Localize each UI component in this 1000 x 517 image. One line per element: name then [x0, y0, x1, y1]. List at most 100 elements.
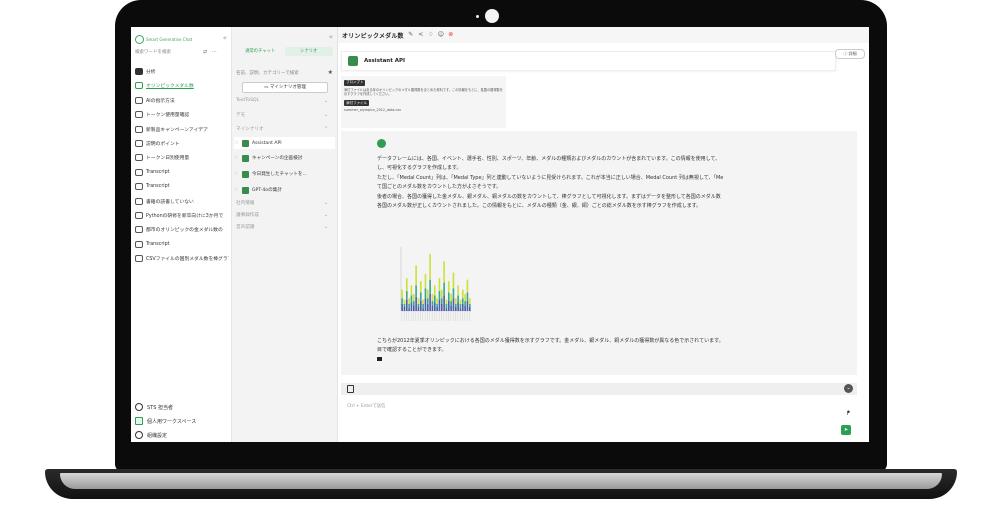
chat-history-label: 書籍の読書していない [146, 199, 194, 205]
manage-scenarios-button[interactable]: ▭ マイシナリオ管理 [242, 82, 328, 93]
chart-bar [424, 288, 427, 299]
chart-bar [403, 299, 406, 304]
camera-icon [485, 9, 499, 23]
chart-bar [419, 301, 422, 311]
message-input[interactable]: Ctrl + Enterで送信 [347, 403, 385, 409]
folder-icon [135, 68, 143, 75]
scenario-item[interactable]: ☆ キャンペーンの企画検討 [234, 152, 335, 164]
chart-bar [408, 303, 410, 309]
scenario-label: GPT-4oの集計 [252, 188, 282, 193]
chat-history-item[interactable]: CSVファイルの国別メダル数を棒グラフ [135, 254, 229, 263]
star-icon[interactable]: ☆ [234, 171, 239, 177]
tab-normal-chat[interactable]: 通常のチャット [236, 47, 285, 56]
detail-button[interactable]: ⓘ 詳細 [835, 49, 865, 59]
chart-bar [461, 298, 464, 304]
chart-bar [415, 285, 417, 297]
voice-input-icon[interactable]: ᖰ [847, 410, 850, 418]
section-my-scenario[interactable]: マイシナリオ ⌃ [236, 126, 330, 132]
chat-history-item[interactable]: Pythonの研修を新卒向けに3か月で [135, 211, 229, 220]
scenario-item[interactable]: ☆ GPT-4oの集計 [234, 184, 335, 196]
response-text: データフレームには、各国、イベント、選手名、性別、スポーツ、年齢、メダルの種類お… [377, 155, 847, 211]
attachment-file-link[interactable]: summer_olympics_2012_data.csv [344, 108, 503, 112]
folder-item[interactable]: 分析 [135, 67, 229, 76]
workspace-menu[interactable]: 個人用ワークスペース [135, 417, 196, 425]
edit-icon[interactable]: ✎ [408, 32, 414, 38]
chat-history-item[interactable]: Transcript [135, 240, 229, 249]
send-button[interactable]: ➤ [841, 425, 851, 435]
favorite-filter-icon[interactable]: ★ [328, 69, 333, 76]
chat-history-item[interactable]: AIの指示方法 [135, 96, 229, 105]
chart-bar [447, 301, 450, 311]
chart-bar [450, 293, 452, 302]
chart-bar [401, 289, 403, 299]
scenario-panel: « 通常のチャット シナリオ 名前、説明、カテゴリーで検索 ★ ▭ マイシナリオ… [232, 27, 338, 442]
scenario-search-input[interactable]: 名前、説明、カテゴリーで検索 [236, 70, 299, 76]
response-line: データフレームには、各国、イベント、選手名、性別、スポーツ、年齢、メダルの種類お… [377, 156, 721, 162]
prompt-badge: プロンプト [344, 79, 366, 86]
star-icon[interactable]: ☆ [234, 155, 239, 161]
chat-history-item[interactable]: トークン日別使用量 [135, 153, 229, 162]
history-search-input[interactable]: 検索ワードを検索 [135, 49, 201, 57]
chart-bar [464, 305, 466, 311]
chart-bar [466, 301, 469, 311]
chat-history-label: Transcript [146, 241, 170, 247]
chart-bar [403, 306, 406, 311]
chart-bar [408, 298, 410, 304]
chart-bar [426, 298, 429, 304]
chart-bar [433, 285, 436, 296]
section-voice[interactable]: 音声認識 ⌄ [236, 224, 330, 230]
scenario-label: Assistant API [252, 140, 282, 146]
section-text-to-sql[interactable]: TextToSQL ⌄ [236, 98, 330, 104]
chart-bar [468, 298, 471, 304]
chart-bar [438, 299, 441, 311]
chart-bar [417, 306, 420, 311]
section-internal[interactable]: 社内情報 ⌄ [236, 200, 330, 206]
share-icon[interactable]: < [418, 32, 424, 38]
chart-bar [415, 296, 417, 311]
response-line: し、可視化するグラフを作成します。 [377, 165, 462, 172]
chart-bar [436, 298, 438, 304]
org-settings-link[interactable]: 組織設定 [135, 431, 167, 439]
stop-icon[interactable]: ⊗ [448, 32, 454, 38]
section-reports[interactable]: 議事録作成 ⌄ [236, 212, 330, 218]
chat-bubble-icon [135, 140, 143, 147]
thumbs-up-icon[interactable]: ♢ [428, 32, 434, 38]
section-label: TextToSQL [236, 98, 260, 103]
chat-history-item[interactable]: 説明のポイント [135, 139, 229, 148]
chart-bar [447, 281, 450, 293]
scenario-item[interactable]: ☆ 今日発生したチャットを... [234, 168, 335, 180]
chat-history-item[interactable]: Transcript [135, 182, 229, 191]
gear-icon [135, 431, 143, 439]
scenario-item[interactable]: ☆ Assistant API [234, 137, 335, 149]
file-attach-icon[interactable] [347, 385, 354, 393]
chat-bubble-icon [135, 154, 143, 162]
collapse-sidebar-icon[interactable]: « [223, 34, 227, 42]
chat-history-item[interactable]: 書籍の読書していない [135, 197, 229, 206]
chart-bar [436, 306, 438, 311]
star-icon[interactable]: ☆ [234, 140, 239, 146]
filter-icon[interactable]: ⇄ [203, 49, 207, 55]
section-demo[interactable]: デモ ⌄ [236, 112, 330, 118]
typing-cursor [377, 356, 382, 361]
more-icon[interactable]: ··· [212, 49, 217, 55]
scroll-down-icon[interactable]: ⌄ [844, 384, 853, 393]
brand-name: Smart Generative Chat [146, 37, 193, 42]
chat-bubble-icon [135, 125, 143, 133]
collapse-panel-icon[interactable]: « [329, 33, 333, 41]
chart-bar [464, 301, 466, 306]
chat-history-item[interactable]: オリンピックメダル数 [135, 81, 229, 90]
chart-bar [431, 305, 434, 311]
chart-bar [443, 261, 445, 283]
chart-bar [422, 303, 424, 309]
chat-history-item[interactable]: トークン使用量確認 [135, 110, 229, 119]
chevron-up-icon: ⌃ [323, 126, 328, 132]
chart-bar [410, 295, 413, 303]
chat-history-item[interactable]: Transcript [135, 168, 229, 177]
tab-scenario[interactable]: シナリオ [284, 47, 333, 56]
star-icon[interactable]: ☆ [234, 187, 239, 193]
chat-history-item[interactable]: 都市のオリンピックの金メダル数の [135, 225, 229, 234]
chat-history-item[interactable]: 新製品キャンペーンアイデア [135, 125, 229, 134]
manage-scenarios-label: マイシナリオ管理 [269, 85, 306, 90]
emoji-icon[interactable]: ☺ [438, 32, 444, 38]
user-menu[interactable]: STS 担当者 [135, 403, 173, 411]
